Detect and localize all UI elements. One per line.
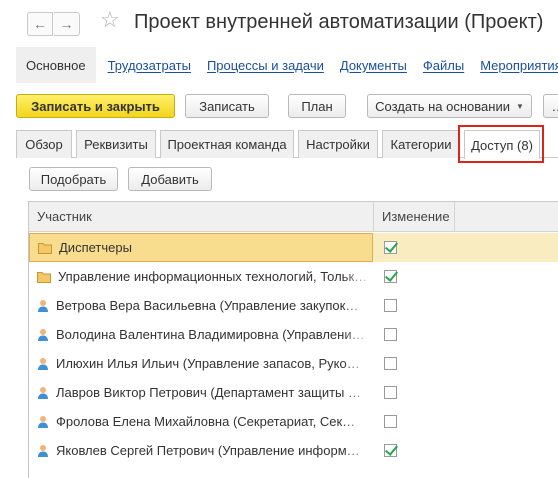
participant-name: Ветрова Вера Васильевна (Управление заку… xyxy=(56,298,359,313)
text-fade xyxy=(343,349,373,378)
extra-cell xyxy=(455,349,558,378)
tab-overview[interactable]: Обзор xyxy=(16,130,72,158)
section-panel: Основное Трудозатраты Процессы и задачи … xyxy=(16,47,558,83)
participant-name: Лавров Виктор Петрович (Департамент защи… xyxy=(56,385,361,400)
edit-cell xyxy=(374,262,454,291)
edit-checkbox[interactable] xyxy=(384,415,397,428)
participant-cell[interactable]: Яковлев Сергей Петрович (Управление инфо… xyxy=(29,436,373,465)
text-fade xyxy=(343,436,373,465)
participant-cell[interactable]: Ветрова Вера Васильевна (Управление заку… xyxy=(29,291,373,320)
tab-settings[interactable]: Настройки xyxy=(298,130,378,158)
arrow-left-icon: ← xyxy=(33,16,47,32)
participant-name: Фролова Елена Михайловна (Секретариат, С… xyxy=(56,414,356,429)
add-button[interactable]: Добавить xyxy=(128,167,212,191)
edit-checkbox[interactable] xyxy=(384,386,397,399)
plan-button[interactable]: План xyxy=(288,94,346,118)
create-based-on-label: Создать на основании xyxy=(375,98,510,114)
text-fade xyxy=(343,262,373,291)
user-icon xyxy=(37,357,49,371)
section-link-documents[interactable]: Документы xyxy=(336,58,411,73)
extra-cell xyxy=(455,291,558,320)
table-row[interactable]: Диспетчеры xyxy=(29,233,558,262)
extra-cell xyxy=(455,378,558,407)
text-fade xyxy=(343,378,373,407)
user-icon xyxy=(37,444,49,458)
participant-cell[interactable]: Фролова Елена Михайловна (Секретариат, С… xyxy=(29,407,373,436)
table-row[interactable]: Фролова Елена Михайловна (Секретариат, С… xyxy=(29,407,558,436)
caret-down-icon: ▼ xyxy=(515,101,524,111)
participant-name: Илюхин Илья Ильич (Управление запасов, Р… xyxy=(56,356,360,371)
table-row[interactable]: Володина Валентина Владимировна (Управле… xyxy=(29,320,558,349)
text-fade xyxy=(343,291,373,320)
save-and-close-button[interactable]: Записать и закрыть xyxy=(16,94,175,118)
edit-cell xyxy=(374,320,454,349)
create-based-on-button[interactable]: Создать на основании ▼ xyxy=(367,94,532,118)
tab-categories[interactable]: Категории xyxy=(382,130,460,158)
column-extra xyxy=(455,202,558,232)
participant-name: Диспетчеры xyxy=(59,240,132,255)
star-icon[interactable]: ☆ xyxy=(100,9,120,31)
user-icon xyxy=(37,299,49,313)
table-row[interactable]: Илюхин Илья Ильич (Управление запасов, Р… xyxy=(29,349,558,378)
participant-cell[interactable]: Лавров Виктор Петрович (Департамент защи… xyxy=(29,378,373,407)
section-link-labor[interactable]: Трудозатраты xyxy=(104,58,195,73)
section-link-events[interactable]: Мероприятия xyxy=(476,58,558,73)
user-icon xyxy=(37,386,49,400)
edit-checkbox[interactable] xyxy=(384,328,397,341)
forward-button[interactable]: → xyxy=(54,12,80,36)
edit-checkbox[interactable] xyxy=(384,270,397,283)
table-row[interactable]: Ветрова Вера Васильевна (Управление заку… xyxy=(29,291,558,320)
edit-cell xyxy=(374,436,454,465)
table-row[interactable]: Лавров Виктор Петрович (Департамент защи… xyxy=(29,378,558,407)
edit-checkbox[interactable] xyxy=(384,241,397,254)
table-row[interactable]: Яковлев Сергей Петрович (Управление инфо… xyxy=(29,436,558,465)
text-fade xyxy=(343,407,373,436)
participant-name: Володина Валентина Владимировна (Управле… xyxy=(56,327,365,342)
user-icon xyxy=(37,328,49,342)
user-icon xyxy=(37,415,49,429)
back-button[interactable]: ← xyxy=(27,12,53,36)
column-edit[interactable]: Изменение xyxy=(374,202,455,232)
access-table: Участник Изменение Диспетчеры Управление … xyxy=(28,201,558,478)
edit-checkbox[interactable] xyxy=(384,357,397,370)
participant-name: Управление информационных технологий, То… xyxy=(58,269,368,284)
section-main[interactable]: Основное xyxy=(16,47,96,83)
participant-name: Яковлев Сергей Петрович (Управление инфо… xyxy=(56,443,360,458)
extra-cell xyxy=(455,436,558,465)
edit-checkbox[interactable] xyxy=(384,299,397,312)
tab-project-team[interactable]: Проектная команда xyxy=(160,130,294,158)
extra-cell xyxy=(455,407,558,436)
pick-button[interactable]: Подобрать xyxy=(29,167,118,191)
edit-cell xyxy=(374,378,454,407)
folder-icon xyxy=(37,271,51,283)
text-fade xyxy=(343,320,373,349)
participant-cell[interactable]: Илюхин Илья Ильич (Управление запасов, Р… xyxy=(29,349,373,378)
table-row[interactable]: Управление информационных технологий, То… xyxy=(29,262,558,291)
participant-cell[interactable]: Управление информационных технологий, То… xyxy=(29,262,373,291)
extra-cell xyxy=(455,233,558,262)
column-participant[interactable]: Участник xyxy=(29,202,374,232)
extra-cell xyxy=(455,320,558,349)
arrow-right-icon: → xyxy=(59,16,74,32)
highlight-frame xyxy=(458,125,544,163)
section-link-processes[interactable]: Процессы и задачи xyxy=(203,58,328,73)
edit-cell xyxy=(374,349,454,378)
save-button[interactable]: Записать xyxy=(185,94,269,118)
extra-cell xyxy=(455,262,558,291)
participant-cell[interactable]: Володина Валентина Владимировна (Управле… xyxy=(29,320,373,349)
edit-checkbox[interactable] xyxy=(384,444,397,457)
folder-icon xyxy=(38,242,52,254)
window-title: Проект внутренней автоматизации (Проект) xyxy=(134,11,544,33)
participant-cell[interactable]: Диспетчеры xyxy=(29,233,373,262)
edit-cell xyxy=(374,233,454,262)
edit-cell xyxy=(374,291,454,320)
tab-requisites[interactable]: Реквизиты xyxy=(76,130,156,158)
section-link-files[interactable]: Файлы xyxy=(419,58,468,73)
more-button[interactable]: … xyxy=(543,94,558,118)
edit-cell xyxy=(374,407,454,436)
